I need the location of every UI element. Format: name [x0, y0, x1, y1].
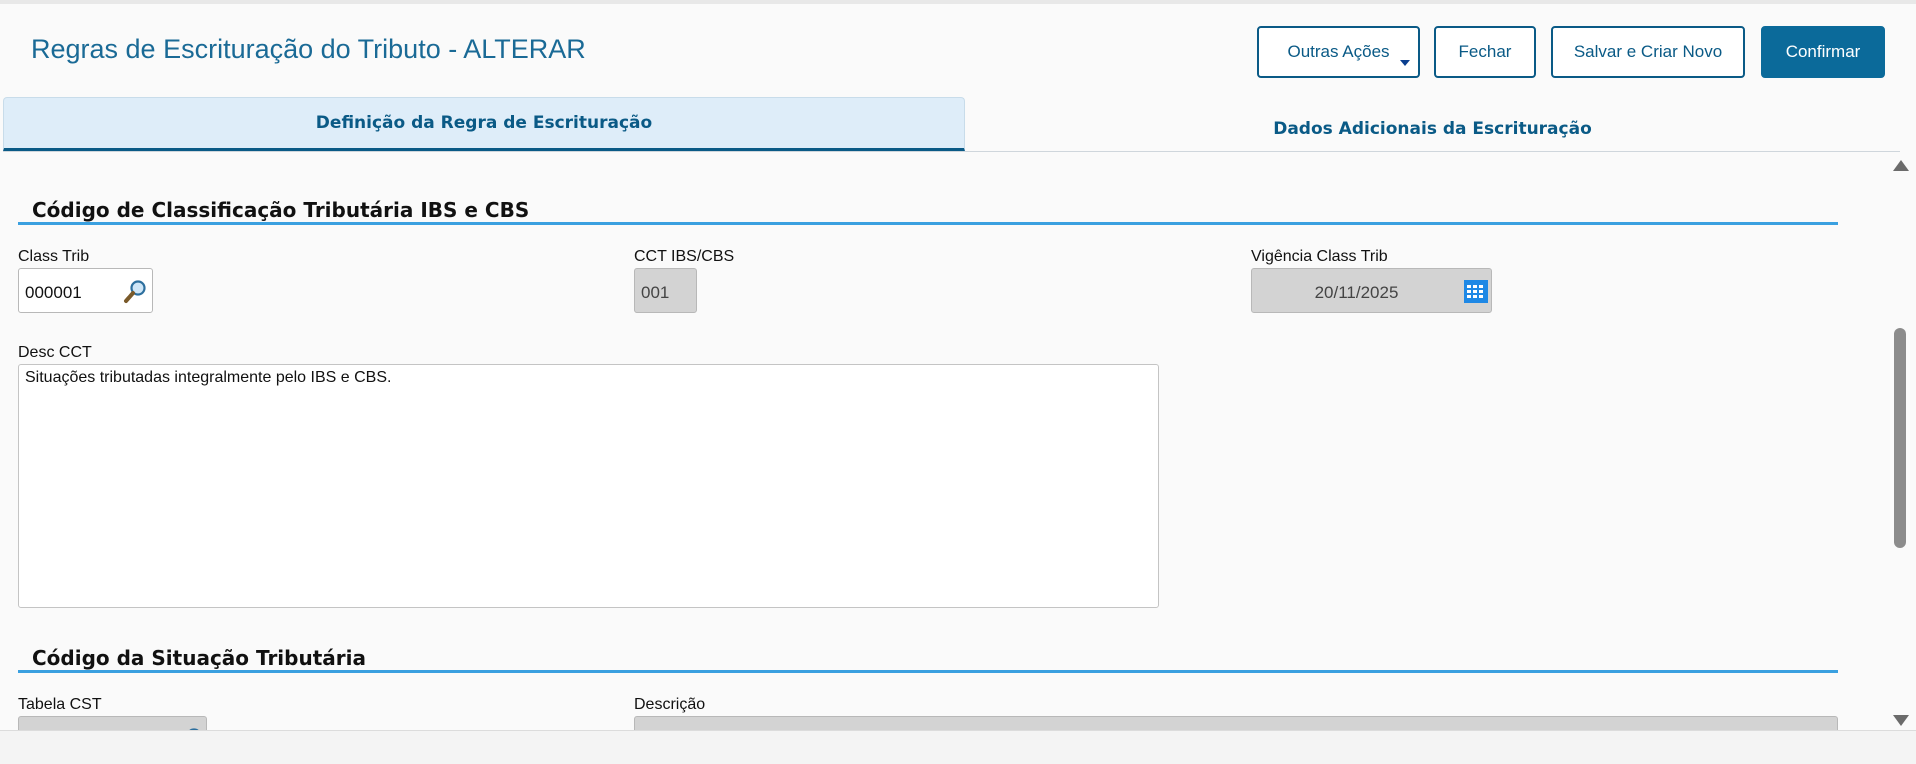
vigencia-input[interactable]: 20/11/2025 — [1251, 268, 1492, 313]
section-divider — [18, 222, 1838, 225]
section-divider — [18, 670, 1838, 673]
footer-bar — [0, 730, 1916, 764]
caret-down-icon — [1400, 60, 1410, 66]
magnifier-icon[interactable] — [123, 278, 149, 304]
cct-label: CCT IBS/CBS — [634, 248, 735, 265]
header-bar: Regras de Escrituração do Tributo - ALTE… — [0, 4, 1916, 100]
class-trib-label: Class Trib — [18, 248, 90, 265]
tab-dados-adicionais[interactable]: Dados Adicionais da Escrituração — [965, 97, 1900, 151]
class-trib-value: 000001 — [25, 283, 82, 302]
tab-definicao-regra[interactable]: Definição da Regra de Escrituração — [3, 97, 965, 151]
tab-bar: Definição da Regra de Escrituração Dados… — [3, 97, 1900, 152]
vigencia-value: 20/11/2025 — [1314, 283, 1399, 302]
fechar-button[interactable]: Fechar — [1434, 26, 1536, 78]
salvar-criar-novo-button[interactable]: Salvar e Criar Novo — [1551, 26, 1745, 78]
tabela-cst-input[interactable] — [18, 716, 207, 730]
tabela-cst-label: Tabela CST — [18, 696, 102, 713]
vigencia-label: Vigência Class Trib — [1251, 248, 1388, 265]
scroll-up-arrow[interactable] — [1893, 160, 1909, 171]
outras-acoes-button[interactable]: Outras Ações — [1257, 26, 1420, 78]
desc-cct-textarea[interactable]: Situações tributadas integralmente pelo … — [18, 364, 1159, 608]
calendar-icon[interactable] — [1463, 278, 1489, 304]
outras-acoes-label: Outras Ações — [1287, 42, 1390, 61]
section-title-class-trib: Código de Classificação Tributária IBS e… — [32, 198, 530, 222]
section-title-cst: Código da Situação Tributária — [32, 646, 366, 670]
class-trib-input[interactable]: 000001 — [18, 268, 153, 313]
scroll-down-arrow[interactable] — [1893, 715, 1909, 726]
app-window: Regras de Escrituração do Tributo - ALTE… — [0, 0, 1916, 764]
desc-cct-label: Desc CCT — [18, 344, 92, 361]
confirmar-button[interactable]: Confirmar — [1761, 26, 1885, 78]
page-title: Regras de Escrituração do Tributo - ALTE… — [31, 34, 586, 64]
cct-input: 001 — [634, 268, 697, 313]
scrollbar-thumb[interactable] — [1894, 328, 1906, 548]
descricao-label: Descrição — [634, 696, 706, 713]
form-content: Código de Classificação Tributária IBS e… — [0, 156, 1880, 730]
descricao-input — [634, 716, 1838, 730]
